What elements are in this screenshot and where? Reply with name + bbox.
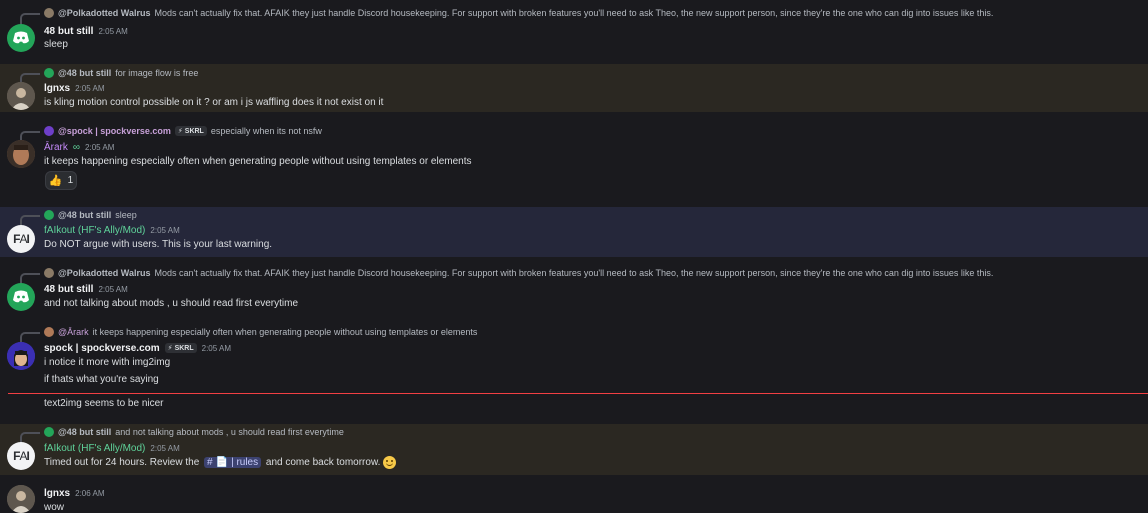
- message[interactable]: @48 but still sleep FAI fAIkout (HF's Al…: [0, 207, 1148, 257]
- reply-reference[interactable]: @spock | spockverse.com ⚡ SKRL especially…: [20, 124, 322, 143]
- thumbs-up-icon: 👍: [48, 175, 63, 187]
- timestamp: 2:05 AM: [85, 142, 115, 152]
- timestamp: 2:05 AM: [98, 26, 128, 36]
- channel-mention[interactable]: # 📄 | rules: [204, 457, 262, 469]
- reply-text: and not talking about mods , u should re…: [115, 427, 344, 437]
- reply-avatar: [44, 126, 54, 136]
- message-text: it keeps happening especially often when…: [44, 156, 472, 167]
- message[interactable]: @spock | spockverse.com ⚡ SKRL especially…: [0, 120, 1148, 198]
- chat-message-list: @Polkadotted Walrus Mods can't actually …: [0, 0, 1148, 513]
- timestamp: 2:05 AM: [75, 83, 105, 93]
- bolt-icon: ⚡: [167, 345, 173, 352]
- timestamp: 2:05 AM: [150, 225, 180, 235]
- message-text: and not talking about mods , u should re…: [44, 298, 299, 309]
- message[interactable]: @48 but still and not talking about mods…: [0, 424, 1148, 475]
- user-avatar[interactable]: FAI: [7, 442, 35, 470]
- user-avatar[interactable]: FAI: [7, 225, 35, 253]
- author-name[interactable]: lgnxs: [44, 83, 70, 94]
- author-name[interactable]: spock | spockverse.com: [44, 343, 160, 354]
- reply-reference[interactable]: @Ārark it keeps happening especially oft…: [20, 325, 478, 344]
- reply-avatar: [44, 210, 54, 220]
- message-text: Timed out for 24 hours. Review the # 📄 | r…: [44, 456, 397, 469]
- reply-avatar: [44, 68, 54, 78]
- timestamp: 2:05 AM: [150, 443, 180, 453]
- message-text: sleep: [44, 39, 68, 50]
- message-text: wow: [44, 502, 65, 513]
- message[interactable]: @Polkadotted Walrus Mods can't actually …: [0, 0, 1148, 62]
- reply-reference[interactable]: @48 but still sleep: [20, 208, 137, 227]
- author-name[interactable]: lgnxs: [44, 488, 70, 499]
- author-name[interactable]: fAIkout (HF's Ally/Mod): [44, 225, 145, 236]
- infinity-icon: ∞: [72, 141, 81, 153]
- message-text: i notice it more with img2img: [44, 357, 171, 368]
- message[interactable]: @Polkadotted Walrus Mods can't actually …: [0, 264, 1148, 320]
- reply-text: it keeps happening especially often when…: [92, 327, 478, 337]
- hash-icon: #: [207, 457, 213, 469]
- reply-reference[interactable]: @Polkadotted Walrus Mods can't actually …: [20, 6, 994, 25]
- discord-icon[interactable]: [7, 283, 35, 311]
- message[interactable]: lgnxs 2:06 AM wow: [0, 482, 1148, 513]
- user-avatar[interactable]: [7, 82, 35, 110]
- message[interactable]: text2img seems to be nicer: [0, 395, 1148, 417]
- reply-reference[interactable]: @Polkadotted Walrus Mods can't actually …: [20, 266, 994, 285]
- author-name[interactable]: Ārark: [44, 142, 68, 153]
- reply-author[interactable]: @Polkadotted Walrus: [58, 8, 150, 18]
- reply-author[interactable]: @48 but still: [58, 427, 111, 437]
- reply-reference[interactable]: @48 but still and not talking about mods…: [20, 425, 344, 444]
- new-messages-divider: [8, 393, 1148, 394]
- reply-reference[interactable]: @48 but still for image flow is free: [20, 66, 199, 85]
- reply-author[interactable]: @Ārark: [58, 327, 89, 337]
- message[interactable]: @Ārark it keeps happening especially oft…: [0, 324, 1148, 390]
- reply-avatar: [44, 327, 54, 337]
- message-text: Do NOT argue with users. This is your la…: [44, 239, 273, 250]
- reply-author[interactable]: @48 but still: [58, 210, 111, 220]
- timestamp: 2:05 AM: [98, 284, 128, 294]
- reply-avatar: [44, 427, 54, 437]
- reply-avatar: [44, 8, 54, 18]
- message-text: if thats what you're saying: [44, 374, 159, 385]
- discord-icon[interactable]: [7, 24, 35, 52]
- reply-text: especially when its not nsfw: [210, 126, 322, 136]
- reaction-count: 1: [67, 175, 74, 186]
- bolt-icon: ⚡: [177, 128, 183, 135]
- reply-text: for image flow is free: [115, 68, 199, 78]
- reply-author[interactable]: @48 but still: [58, 68, 111, 78]
- message[interactable]: @48 but still for image flow is free lgn…: [0, 64, 1148, 112]
- message-text: is kling motion control possible on it ?…: [44, 97, 384, 108]
- reply-author[interactable]: @spock | spockverse.com: [58, 126, 171, 136]
- author-name[interactable]: fAIkout (HF's Ally/Mod): [44, 443, 145, 454]
- timestamp: 2:06 AM: [75, 488, 105, 498]
- reply-text: Mods can't actually fix that. AFAIK they…: [154, 8, 994, 18]
- reply-text: sleep: [115, 210, 137, 220]
- page-icon: 📄: [215, 457, 229, 469]
- server-tag: ⚡ SKRL: [174, 126, 207, 136]
- author-name[interactable]: 48 but still: [44, 284, 93, 295]
- author-name[interactable]: 48 but still: [44, 26, 93, 37]
- reply-author[interactable]: @Polkadotted Walrus: [58, 268, 150, 278]
- slight-smile-icon: [383, 456, 397, 469]
- reply-text: Mods can't actually fix that. AFAIK they…: [154, 268, 994, 278]
- user-avatar[interactable]: [7, 140, 35, 168]
- reply-avatar: [44, 268, 54, 278]
- timestamp: 2:05 AM: [201, 343, 231, 353]
- user-avatar[interactable]: [7, 342, 35, 370]
- message-text: text2img seems to be nicer: [44, 398, 164, 409]
- reaction[interactable]: 👍 1: [45, 171, 77, 190]
- server-tag: ⚡ SKRL: [164, 343, 197, 353]
